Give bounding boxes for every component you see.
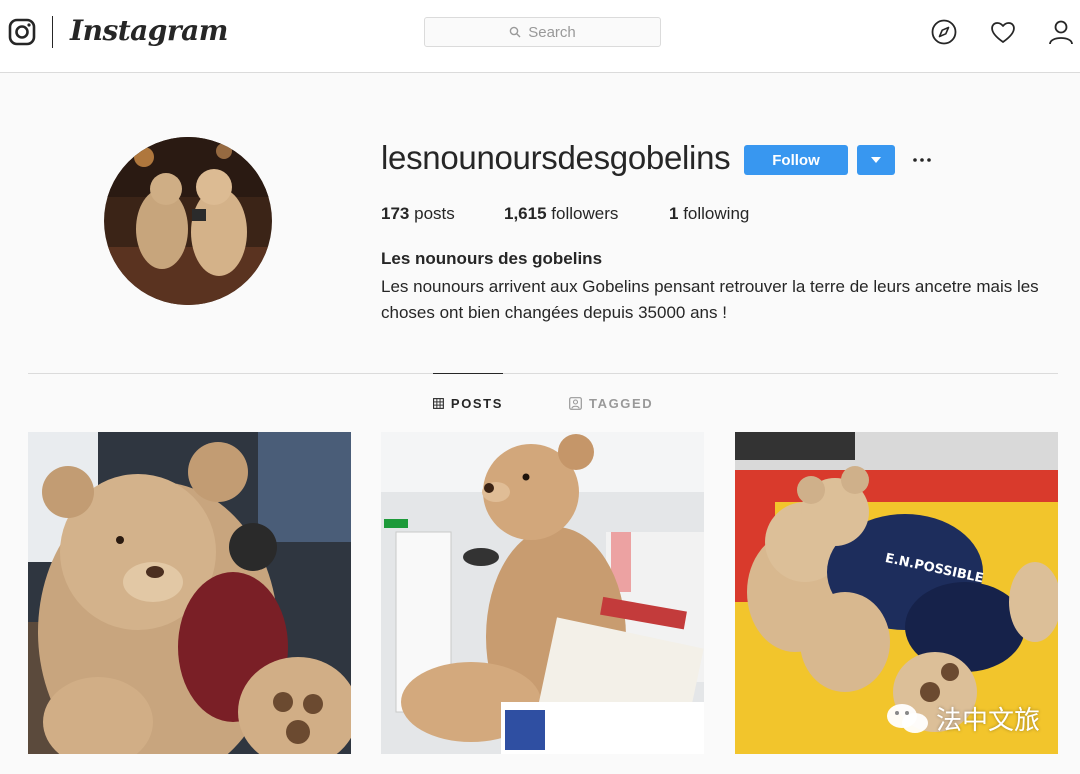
post-image-bear-hug xyxy=(28,432,351,754)
post-thumbnail[interactable] xyxy=(381,432,704,754)
tab-posts-label: POSTS xyxy=(450,395,503,411)
suggestions-dropdown-button[interactable] xyxy=(857,145,895,175)
tab-posts[interactable]: POSTS xyxy=(433,373,503,432)
top-nav-bar: Instagram Search xyxy=(0,0,1080,73)
tab-tagged-label: TAGGED xyxy=(589,395,654,411)
following-stat[interactable]: 1 following xyxy=(669,204,749,224)
post-thumbnail[interactable] xyxy=(28,432,351,754)
following-label: following xyxy=(683,204,750,223)
more-options-button[interactable] xyxy=(908,145,936,175)
grid-icon xyxy=(433,397,444,409)
profile-avatar xyxy=(104,137,272,305)
instagram-wordmark[interactable]: Instagram xyxy=(70,14,228,47)
watermark-badge: 法中文旅 xyxy=(886,700,1040,737)
search-placeholder: Search xyxy=(528,23,576,41)
search-icon xyxy=(509,26,521,38)
followers-count: 1,615 xyxy=(504,204,547,223)
followers-label: followers xyxy=(551,204,619,223)
wechat-icon xyxy=(887,703,928,733)
instagram-camera-icon[interactable] xyxy=(8,18,36,46)
posts-stat: 173 posts xyxy=(381,204,455,224)
tab-tagged[interactable]: TAGGED xyxy=(569,374,653,432)
posts-count: 173 xyxy=(381,204,410,223)
caret-down-icon xyxy=(871,157,881,163)
more-dots-icon xyxy=(913,158,931,162)
followers-stat[interactable]: 1,615 followers xyxy=(504,204,618,224)
posts-label: posts xyxy=(414,204,455,223)
tagged-person-icon xyxy=(569,396,582,410)
profile-full-name: Les nounours des gobelins xyxy=(381,249,603,268)
follow-button[interactable]: Follow xyxy=(744,145,848,175)
search-input[interactable]: Search xyxy=(424,17,661,47)
post-image-bear-newspaper xyxy=(381,432,704,754)
profile-username: lesnounoursdesgobelins xyxy=(381,139,731,176)
explore-compass-icon[interactable] xyxy=(930,18,958,46)
activity-heart-icon[interactable] xyxy=(989,18,1017,46)
following-count: 1 xyxy=(669,204,679,223)
profile-person-icon[interactable] xyxy=(1047,18,1075,46)
profile-bio: Les nounours arrivent aux Gobelins pensa… xyxy=(381,277,1039,322)
logo-divider xyxy=(52,16,53,48)
tabs-divider xyxy=(28,373,1058,374)
watermark-text: 法中文旅 xyxy=(936,706,1041,736)
